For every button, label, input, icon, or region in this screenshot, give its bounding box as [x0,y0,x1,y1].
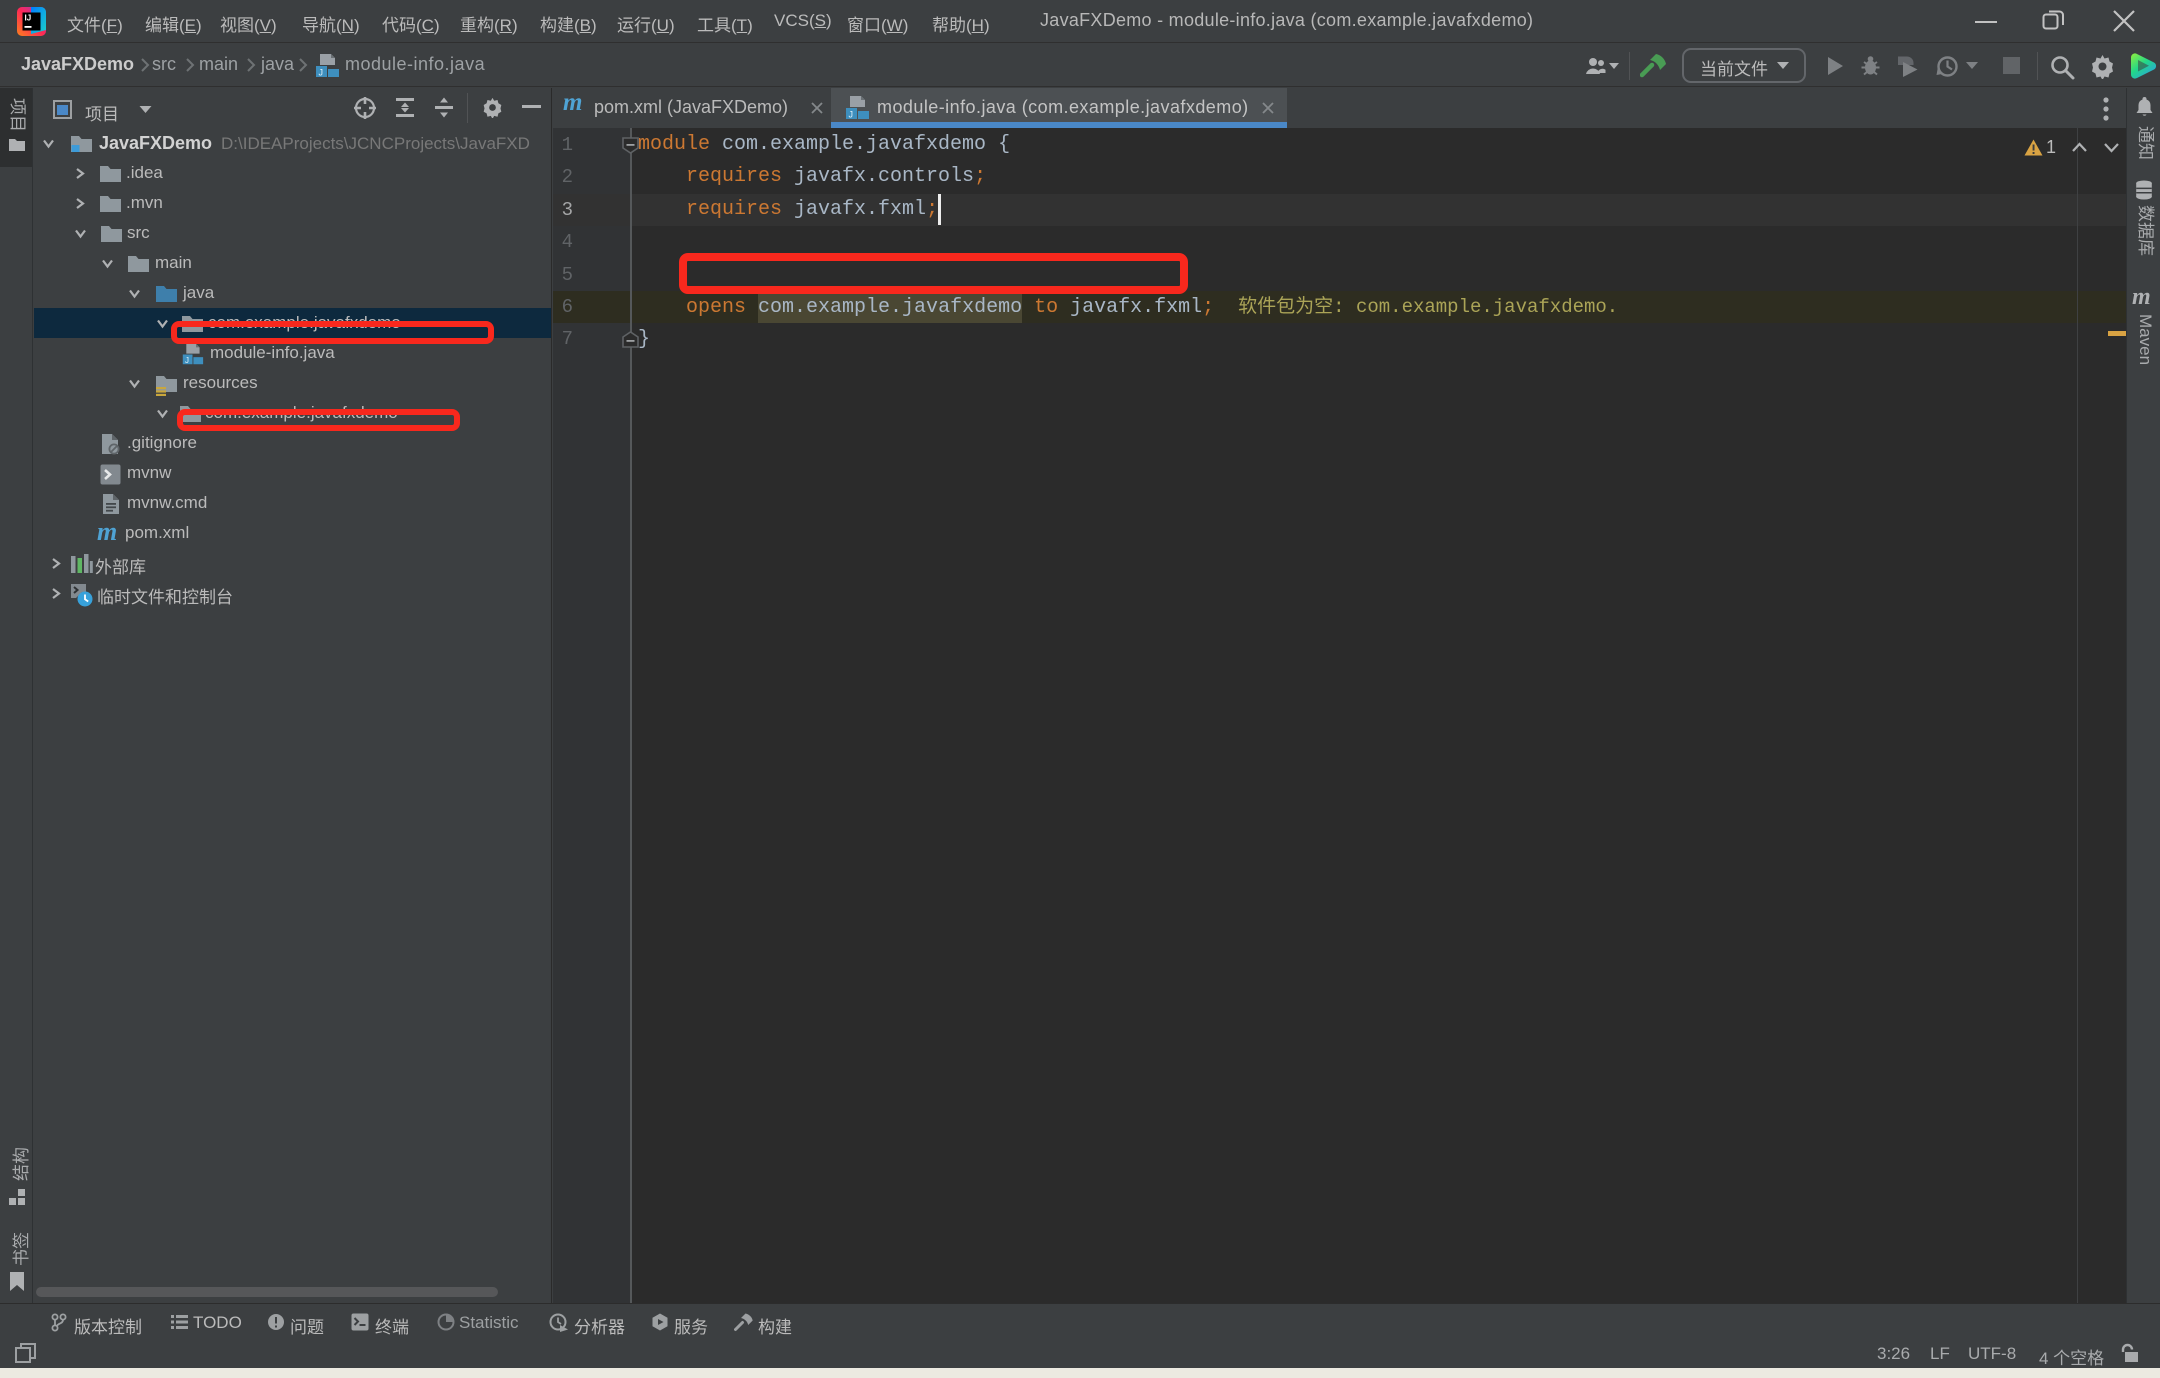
svg-text:IJ: IJ [25,14,32,23]
svg-text:J: J [849,110,854,120]
svg-text:J: J [185,356,189,365]
svg-text:J: J [319,68,324,78]
